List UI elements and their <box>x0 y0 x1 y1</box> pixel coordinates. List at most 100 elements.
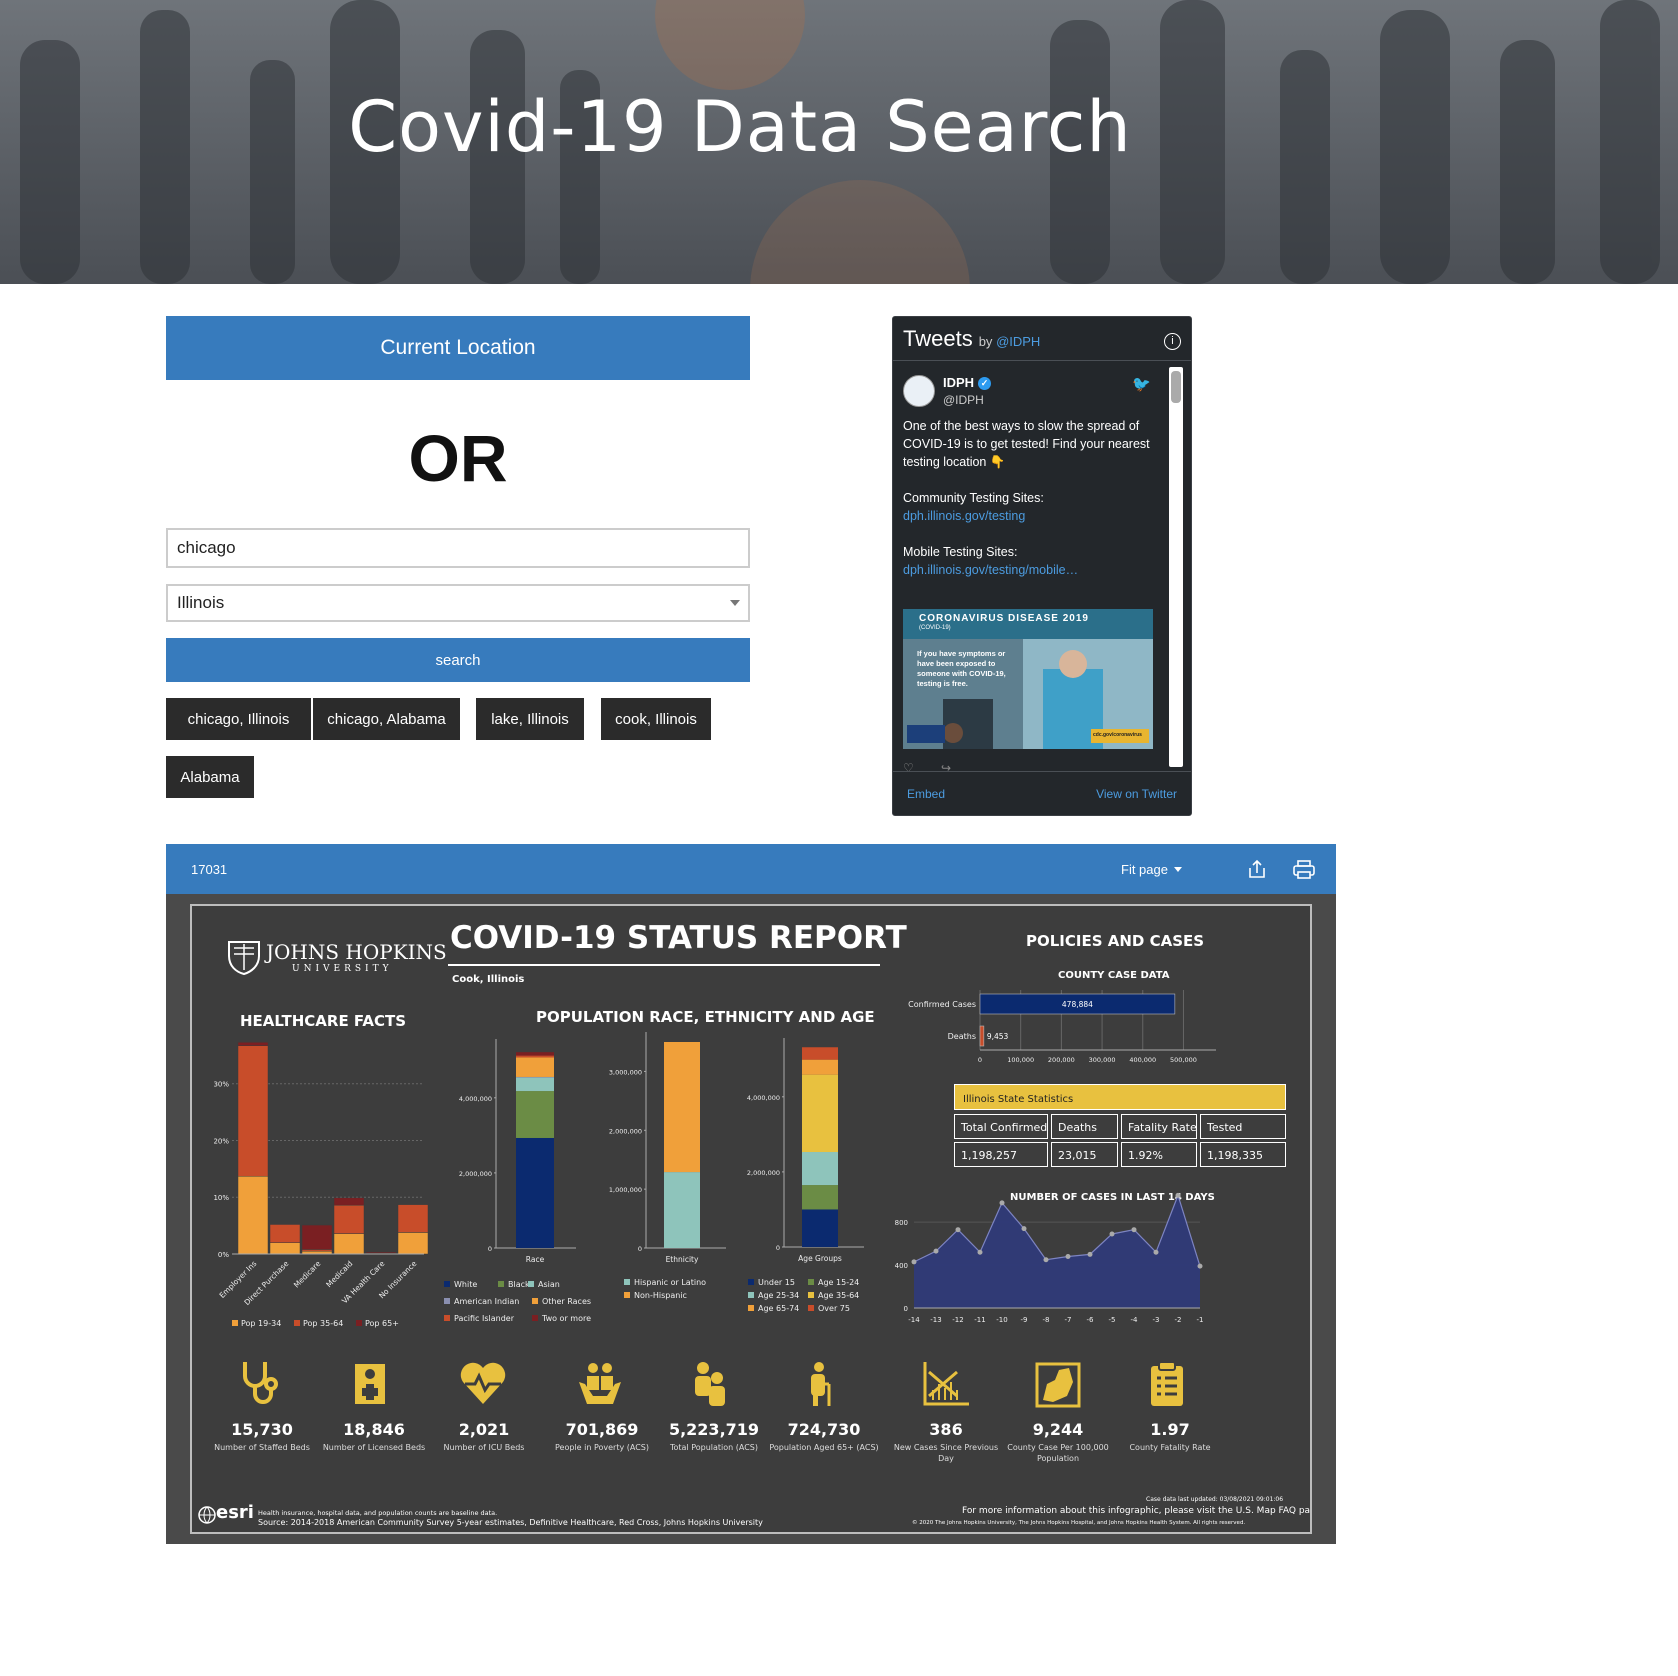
x-tick-label: -4 <box>1131 1316 1139 1324</box>
info-icon[interactable]: i <box>1164 333 1181 350</box>
fit-page-dropdown[interactable]: Fit page <box>1121 862 1182 877</box>
data-point <box>911 1259 917 1265</box>
legend-swatch <box>748 1292 754 1298</box>
bar-segment <box>664 1172 700 1248</box>
bar-segment <box>333 1233 365 1255</box>
view-on-twitter-link[interactable]: View on Twitter <box>1096 787 1177 801</box>
bar-segment <box>802 1185 838 1210</box>
stat-label: Number of Licensed Beds <box>322 1443 426 1452</box>
twitter-handle-link[interactable]: @IDPH <box>996 334 1040 349</box>
suggestion-chip[interactable]: Alabama <box>166 756 254 798</box>
hero-banner: Covid-19 Data Search <box>0 0 1678 284</box>
widget-scrollbar[interactable] <box>1169 367 1183 767</box>
x-tick-label: -7 <box>1065 1316 1072 1324</box>
tweet-image[interactable]: CORONAVIRUS DISEASE 2019 (COVID-19) If y… <box>903 609 1153 749</box>
y-tick-label: 4,000,000 <box>747 1094 780 1102</box>
stat-value: 386 <box>929 1420 963 1439</box>
verified-badge-icon: ✓ <box>978 377 992 390</box>
x-axis-label: Ethnicity <box>666 1255 699 1264</box>
state-select-value: Illinois <box>177 593 225 612</box>
category-label: Confirmed Cases <box>908 1000 976 1009</box>
stat-label: County Fatality Rate <box>1129 1443 1211 1452</box>
covid-status-report-infographic: JOHNS HOPKINS UNIVERSITY COVID-19 STATUS… <box>190 904 1312 1534</box>
data-point <box>1131 1227 1137 1233</box>
data-point <box>1021 1226 1027 1232</box>
bar-segment <box>802 1152 838 1186</box>
x-tick-label: 400,000 <box>1129 1056 1156 1064</box>
embed-link[interactable]: Embed <box>907 787 945 801</box>
bar-segment <box>516 1057 554 1077</box>
share-icon[interactable] <box>1246 858 1268 880</box>
stat-value: 724,730 <box>787 1420 861 1439</box>
legend-swatch <box>748 1305 754 1311</box>
suggestion-chip[interactable]: chicago, Illinois <box>166 698 311 740</box>
y-tick-label: 1,000,000 <box>609 1186 642 1194</box>
bar-segment <box>802 1074 838 1153</box>
legend-swatch <box>808 1279 814 1285</box>
community-testing-link[interactable]: dph.illinois.gov/testing <box>903 507 1151 525</box>
legend-label: Under 15 <box>758 1278 795 1287</box>
twitter-bird-icon[interactable]: 🐦 <box>1132 375 1151 393</box>
y-tick-label: 0 <box>638 1245 642 1253</box>
chevron-down-icon <box>730 600 740 606</box>
image-text: If you have symptoms or have been expose… <box>917 649 1006 688</box>
stat-value: 701,869 <box>565 1420 639 1439</box>
esri-globe-icon <box>198 1506 216 1524</box>
suggestion-chip[interactable]: cook, Illinois <box>601 698 711 740</box>
bar-segment <box>516 1091 554 1138</box>
legend-swatch <box>444 1298 450 1304</box>
footer-faq-link[interactable]: For more information about this infograp… <box>962 1506 1310 1516</box>
x-tick-label: -8 <box>1043 1316 1050 1324</box>
y-tick-label: 0 <box>776 1244 780 1252</box>
or-separator: OR <box>408 421 508 495</box>
bar-segment <box>802 1209 838 1247</box>
suggestion-chip[interactable]: lake, Illinois <box>476 698 584 740</box>
tweet-author-name[interactable]: IDPH ✓ <box>943 375 992 390</box>
data-label: 478,884 <box>1062 1000 1093 1009</box>
suggestion-chip[interactable]: chicago, Alabama <box>313 698 460 740</box>
bar-segment <box>516 1052 554 1056</box>
city-search-input[interactable]: chicago <box>166 528 750 568</box>
y-tick-label: 20% <box>213 1137 229 1145</box>
legend-label: Other Races <box>542 1297 591 1306</box>
footer-source: Source: 2014-2018 American Community Sur… <box>258 1518 763 1527</box>
legend-swatch <box>356 1320 362 1326</box>
x-axis-label: Age Groups <box>798 1254 842 1263</box>
legend-label: Non-Hispanic <box>634 1291 687 1300</box>
people-icon <box>695 1362 725 1406</box>
data-point <box>1087 1251 1093 1257</box>
state-select[interactable]: Illinois <box>166 584 750 622</box>
legend-label: American Indian <box>454 1297 519 1306</box>
stat-label: Number of ICU Beds <box>443 1443 525 1452</box>
legend-swatch <box>444 1281 450 1287</box>
search-button[interactable]: search <box>166 638 750 682</box>
x-tick-label: -12 <box>952 1316 963 1324</box>
mobile-testing-link[interactable]: dph.illinois.gov/testing/mobile… <box>903 561 1151 579</box>
x-tick-label: -10 <box>996 1316 1007 1324</box>
stat-label: County Case Per 100,000 Population <box>1007 1443 1109 1463</box>
community-testing-label: Community Testing Sites: <box>903 491 1044 505</box>
y-tick-label: 0% <box>218 1251 229 1259</box>
data-point <box>1065 1254 1071 1260</box>
legend-swatch <box>294 1320 300 1326</box>
idph-avatar[interactable] <box>903 375 935 407</box>
stat-label: People in Poverty (ACS) <box>555 1443 649 1452</box>
bar-segment <box>516 1055 554 1058</box>
current-location-button[interactable]: Current Location <box>166 316 750 380</box>
esri-logo-text: esri <box>216 1502 254 1523</box>
print-icon[interactable] <box>1292 858 1316 880</box>
legend-label: Two or more <box>541 1314 591 1323</box>
bar-segment <box>802 1059 838 1075</box>
data-point <box>1109 1231 1115 1237</box>
x-tick-label: -1 <box>1197 1316 1204 1324</box>
bar-segment <box>365 1251 397 1254</box>
stat-value: 2,021 <box>458 1420 510 1439</box>
legend-swatch <box>498 1281 504 1287</box>
bar-segment <box>397 1232 429 1255</box>
tweet-author-handle[interactable]: @IDPH <box>943 393 984 407</box>
by-label: by <box>978 334 993 349</box>
bar-segment <box>269 1242 301 1255</box>
bar-segment <box>301 1224 333 1250</box>
scrollbar-thumb[interactable] <box>1171 371 1181 403</box>
bar-segment <box>237 1045 269 1177</box>
